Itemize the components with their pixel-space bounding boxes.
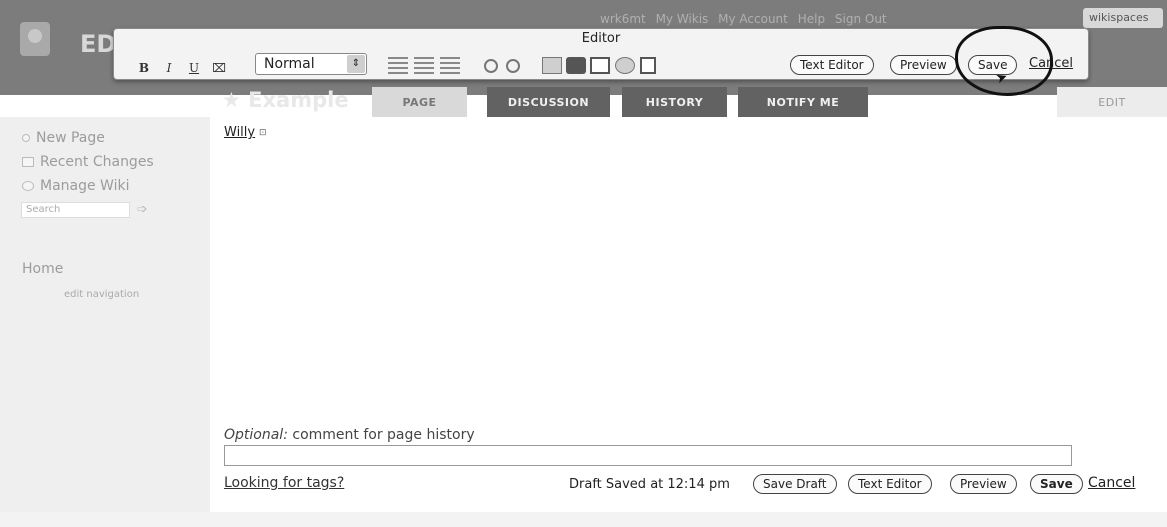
- tab-history[interactable]: HISTORY: [622, 87, 727, 117]
- draft-status: Draft Saved at 12:14 pm: [569, 477, 730, 492]
- tab-discussion[interactable]: DISCUSSION: [487, 87, 610, 117]
- wiki-title[interactable]: ED: [80, 30, 116, 58]
- wiki-logo[interactable]: [20, 22, 50, 56]
- bold-button[interactable]: B: [135, 58, 153, 78]
- sidebar-item-label: Recent Changes: [40, 154, 154, 170]
- tab-page[interactable]: PAGE: [372, 87, 467, 117]
- clear-format-icon[interactable]: ⌧: [210, 58, 228, 78]
- numbered-list-icon[interactable]: [388, 57, 408, 74]
- tags-link[interactable]: Looking for tags?: [224, 475, 344, 491]
- sidebar: New Page Recent Changes Manage Wiki Sear…: [0, 117, 210, 527]
- comment-input[interactable]: [224, 445, 1072, 466]
- edit-navigation-link[interactable]: edit navigation: [64, 289, 139, 300]
- bottom-save-button[interactable]: Save: [1030, 474, 1083, 494]
- comment-label-text: comment for page history: [287, 427, 475, 443]
- file-icon[interactable]: [566, 57, 586, 74]
- editor-toolbar: Editor B I U ⌧ Normal ⇕ Text Editor Prev…: [113, 28, 1089, 80]
- bottom-text-editor-button[interactable]: Text Editor: [848, 474, 932, 494]
- tab-notify-me[interactable]: NOTIFY ME: [738, 87, 868, 117]
- paragraph-style-value: Normal: [264, 56, 315, 72]
- wikispaces-badge[interactable]: wikispaces: [1083, 8, 1163, 28]
- unlink-icon[interactable]: [506, 59, 520, 73]
- username-link[interactable]: wrk6mt: [600, 12, 646, 26]
- image-icon[interactable]: [542, 57, 562, 74]
- sidebar-item-recent-changes[interactable]: Recent Changes: [22, 154, 154, 170]
- sidebar-item-new-page[interactable]: New Page: [22, 130, 105, 146]
- search-input[interactable]: Search: [21, 202, 130, 218]
- search-arrow-icon[interactable]: ➩: [137, 202, 148, 217]
- footer-band: [0, 512, 1167, 527]
- italic-button[interactable]: I: [160, 58, 178, 78]
- editor-content-text[interactable]: Willy: [224, 125, 255, 140]
- bottom-cancel-link[interactable]: Cancel: [1088, 475, 1135, 491]
- my-account-link[interactable]: My Account: [718, 12, 788, 26]
- page-title-text: Example: [248, 88, 349, 112]
- sidebar-item-label: Manage Wiki: [40, 178, 130, 194]
- indent-icon[interactable]: [440, 57, 460, 74]
- bottom-preview-button[interactable]: Preview: [950, 474, 1017, 494]
- tab-edit[interactable]: EDIT: [1057, 87, 1167, 117]
- bulleted-list-icon[interactable]: [414, 57, 434, 74]
- comment-label-optional: Optional:: [224, 427, 288, 443]
- sidebar-item-manage-wiki[interactable]: Manage Wiki: [22, 178, 129, 194]
- editor-title: Editor: [581, 31, 621, 46]
- text-editor-button[interactable]: Text Editor: [790, 55, 874, 75]
- calendar-icon: [22, 157, 34, 167]
- comment-label: Optional: comment for page history: [224, 427, 475, 443]
- underline-button[interactable]: U: [185, 58, 203, 78]
- page-title: ★ Example: [222, 88, 349, 112]
- table-icon[interactable]: [590, 57, 610, 74]
- sidebar-home-link[interactable]: Home: [22, 261, 63, 277]
- new-page-icon: [22, 134, 30, 142]
- help-link[interactable]: Help: [798, 12, 825, 26]
- save-draft-button[interactable]: Save Draft: [753, 474, 837, 494]
- my-wikis-link[interactable]: My Wikis: [656, 12, 709, 26]
- chevron-updown-icon: ⇕: [347, 55, 365, 73]
- gear-icon: [22, 181, 34, 191]
- paragraph-style-select[interactable]: Normal ⇕: [255, 53, 367, 75]
- special-char-icon[interactable]: [640, 57, 656, 74]
- widget-icon[interactable]: [615, 57, 635, 74]
- sidebar-item-label: New Page: [36, 130, 105, 146]
- link-marker-icon: ⊡: [259, 128, 267, 138]
- link-icon[interactable]: [484, 59, 498, 73]
- sign-out-link[interactable]: Sign Out: [835, 12, 887, 26]
- user-links: wrk6mt My Wikis My Account Help Sign Out: [600, 12, 893, 26]
- preview-button[interactable]: Preview: [890, 55, 957, 75]
